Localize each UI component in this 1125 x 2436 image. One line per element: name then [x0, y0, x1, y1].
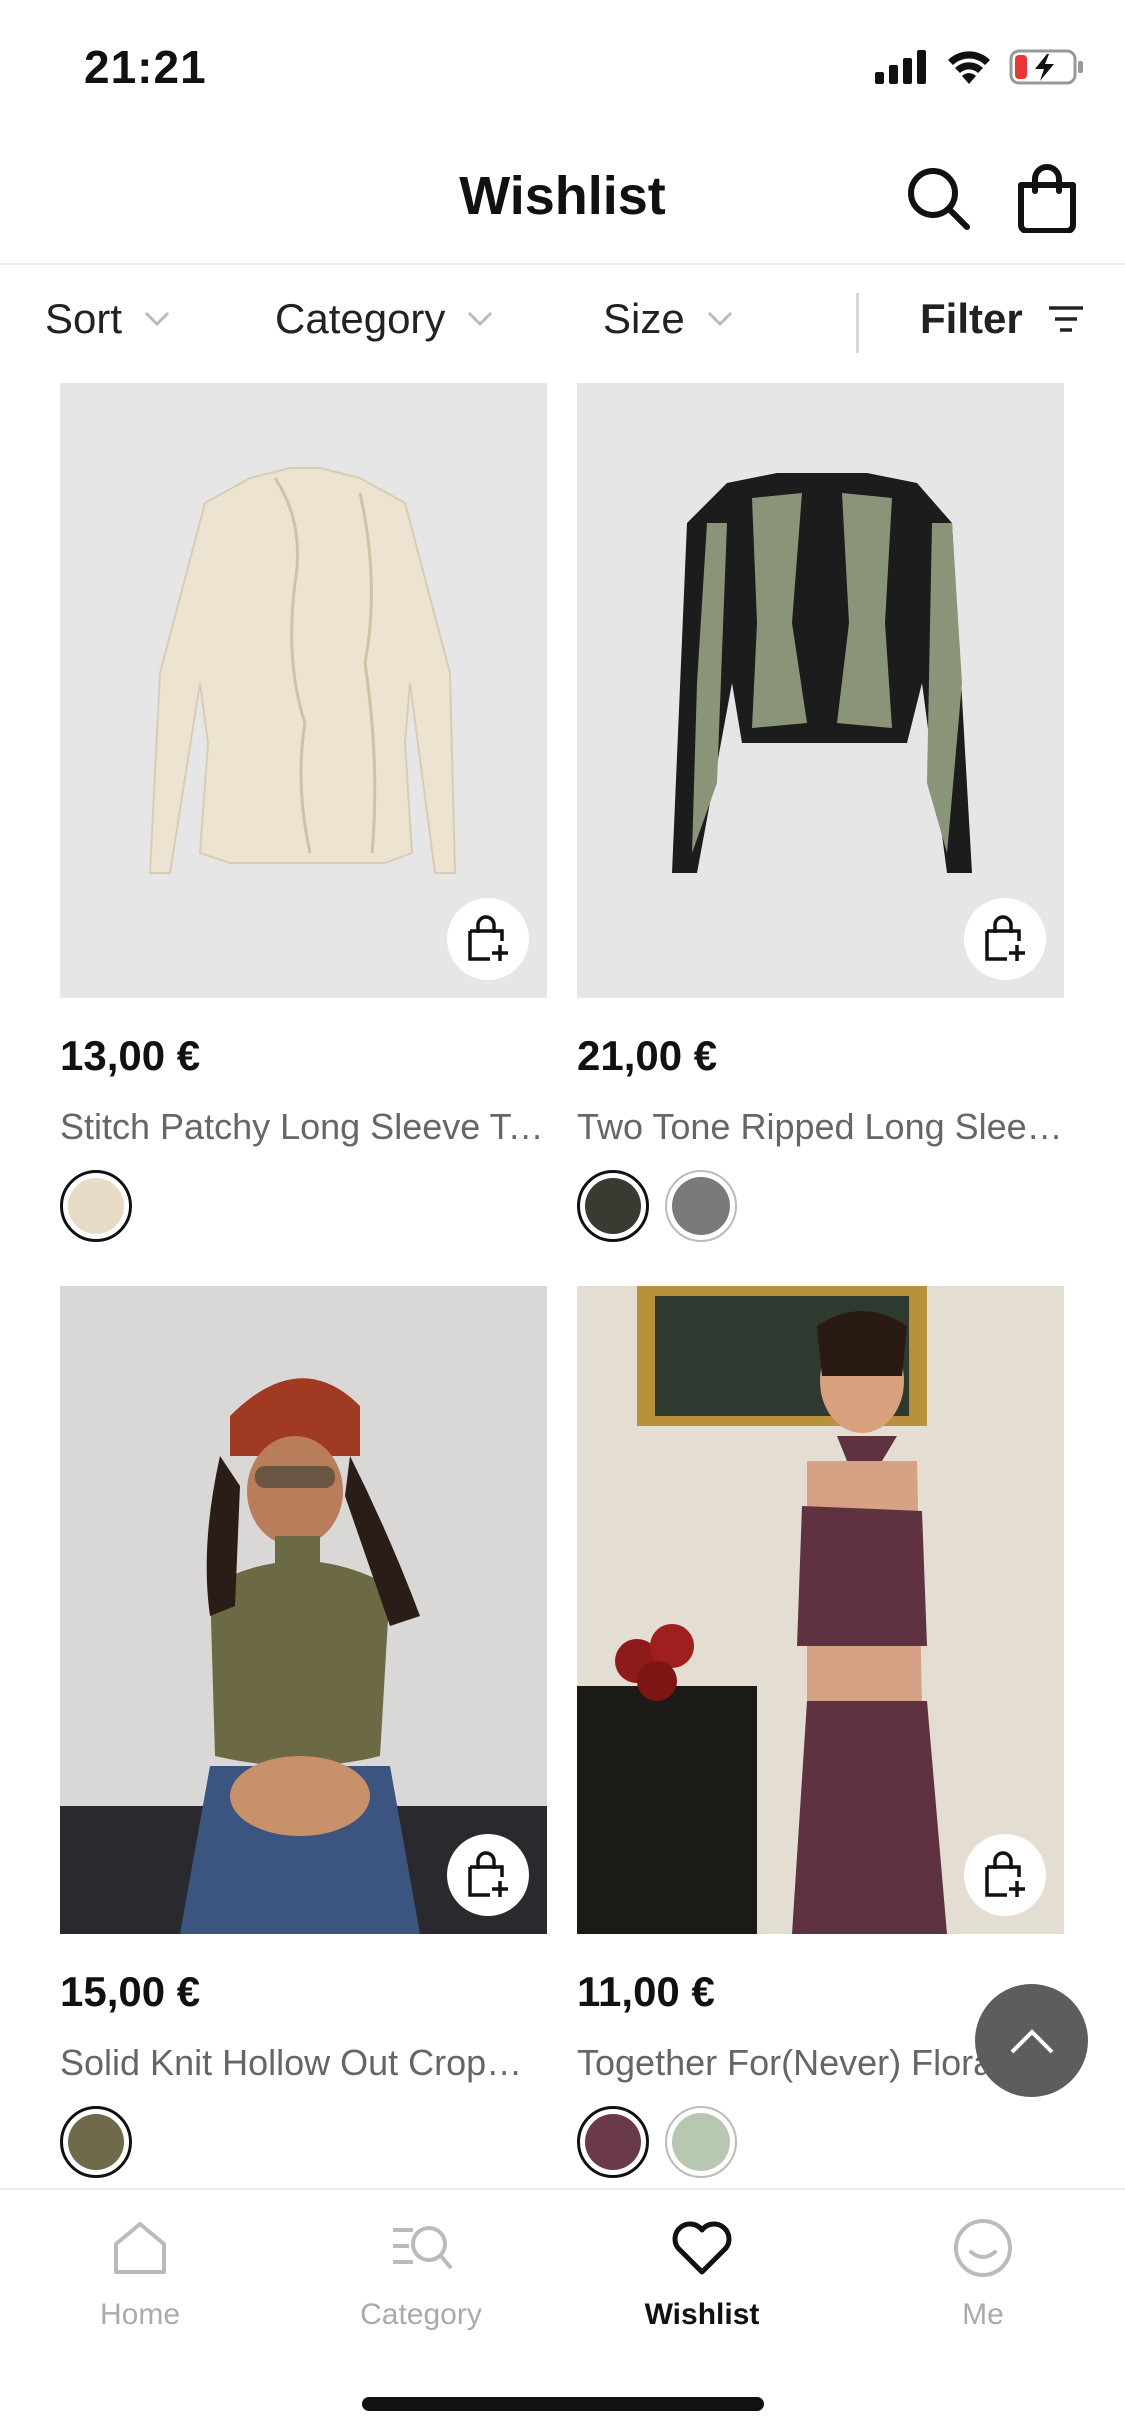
shopping-bag-icon[interactable] — [1015, 163, 1079, 233]
product-name[interactable]: Two Tone Ripped Long Slee… — [577, 1106, 1064, 1148]
search-icon[interactable] — [905, 165, 971, 231]
status-time: 21:21 — [84, 41, 207, 93]
tab-home[interactable]: Home — [40, 2216, 240, 2332]
home-icon — [114, 2222, 166, 2274]
product-image[interactable] — [577, 383, 1064, 998]
product-name[interactable]: Solid Knit Hollow Out Crop… — [60, 2042, 547, 2084]
bag-plus-icon — [985, 1851, 1025, 1897]
product-name[interactable]: Stitch Patchy Long Sleeve Tee — [60, 1106, 547, 1148]
color-swatch[interactable] — [60, 1170, 132, 1242]
color-swatch[interactable] — [665, 1170, 737, 1242]
tab-label: Me — [962, 2298, 1004, 2331]
add-to-cart-button[interactable] — [447, 1834, 529, 1916]
color-swatches — [60, 2106, 547, 2178]
chevron-up-icon — [1010, 2028, 1053, 2053]
filter-lines-icon — [1048, 306, 1083, 332]
product-card[interactable]: 13,00 € Stitch Patchy Long Sleeve Tee — [60, 383, 547, 1242]
size-dropdown[interactable]: Size — [603, 295, 733, 343]
tab-me[interactable]: Me — [883, 2216, 1083, 2332]
cellular-signal-icon — [875, 50, 926, 84]
category-dropdown[interactable]: Category — [275, 295, 493, 343]
chevron-down-icon — [707, 311, 732, 327]
chevron-down-icon — [468, 311, 493, 327]
product-image[interactable] — [60, 383, 547, 998]
product-card[interactable]: 21,00 € Two Tone Ripped Long Slee… — [577, 383, 1064, 1242]
product-price: 21,00 € — [577, 1032, 718, 1079]
chevron-down-icon — [144, 311, 170, 327]
add-to-cart-button[interactable] — [964, 1834, 1046, 1916]
product-image[interactable] — [60, 1286, 547, 1934]
home-indicator — [362, 2397, 764, 2411]
tab-label: Category — [360, 2298, 482, 2331]
bag-plus-icon — [468, 1851, 508, 1897]
heart-icon — [672, 2221, 732, 2275]
color-swatch[interactable] — [665, 2106, 737, 2178]
color-swatches — [577, 1170, 1064, 1242]
add-to-cart-button[interactable] — [447, 898, 529, 980]
size-label: Size — [603, 295, 685, 342]
product-grid: 13,00 € Stitch Patchy Long Sleeve Tee 21… — [0, 383, 1125, 2188]
category-icon — [393, 2226, 453, 2270]
smiley-icon — [954, 2219, 1012, 2277]
filter-label: Filter — [920, 295, 1023, 342]
color-swatch[interactable] — [577, 1170, 649, 1242]
product-image[interactable] — [577, 1286, 1064, 1934]
battery-charging-icon — [1009, 49, 1083, 85]
product-price: 15,00 € — [60, 1968, 201, 2015]
add-to-cart-button[interactable] — [964, 898, 1046, 980]
scroll-to-top-button[interactable] — [975, 1984, 1088, 2097]
header: Wishlist — [0, 135, 1125, 265]
tab-wishlist[interactable]: Wishlist — [602, 2216, 802, 2332]
status-icons — [875, 48, 1085, 86]
tab-category[interactable]: Category — [321, 2216, 521, 2332]
product-price: 13,00 € — [60, 1032, 201, 1079]
tab-label: Home — [99, 2298, 181, 2331]
wifi-icon — [948, 51, 990, 84]
category-label: Category — [275, 295, 446, 342]
filter-divider — [856, 293, 859, 353]
color-swatch[interactable] — [60, 2106, 132, 2178]
product-card[interactable]: 15,00 € Solid Knit Hollow Out Crop… — [60, 1286, 547, 2178]
bag-plus-icon — [985, 915, 1025, 961]
filter-bar: Sort Category Size Filter — [0, 267, 1125, 377]
color-swatch[interactable] — [577, 2106, 649, 2178]
status-bar: 21:21 — [0, 0, 1125, 135]
sort-dropdown[interactable]: Sort — [45, 295, 170, 343]
filter-button[interactable]: Filter — [920, 295, 1085, 343]
color-swatches — [577, 2106, 1064, 2178]
bag-plus-icon — [468, 915, 508, 961]
color-swatches — [60, 1170, 547, 1242]
sort-label: Sort — [45, 295, 123, 342]
tab-label: Wishlist — [644, 2298, 760, 2331]
